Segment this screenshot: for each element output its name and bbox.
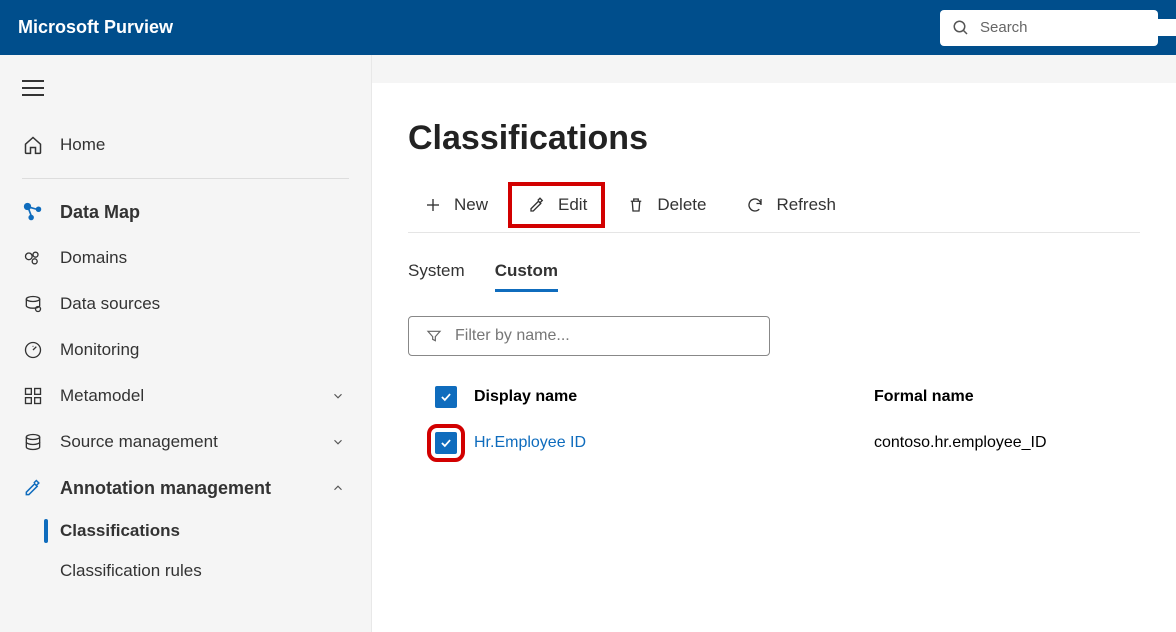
sidebar-item-label: Monitoring	[60, 340, 139, 360]
chevron-down-icon	[327, 385, 349, 407]
sidebar-group-label: Data Map	[60, 202, 140, 223]
sidebar-item-metamodel[interactable]: Metamodel	[0, 373, 371, 419]
menu-toggle[interactable]	[0, 73, 371, 122]
tab-custom[interactable]: Custom	[495, 253, 558, 292]
edit-icon	[526, 194, 548, 216]
sidebar-item-monitoring[interactable]: Monitoring	[0, 327, 371, 373]
divider	[22, 178, 349, 179]
sidebar-item-label: Domains	[60, 248, 127, 268]
sidebar: Home Data Map Domains Data sources Monit…	[0, 55, 372, 632]
page-title: Classifications	[408, 119, 1140, 158]
sidebar-sub-classification-rules[interactable]: Classification rules	[48, 551, 371, 591]
delete-button[interactable]: Delete	[611, 186, 720, 224]
delete-icon	[625, 194, 647, 216]
column-header-formal-name[interactable]: Formal name	[874, 388, 1130, 406]
data-sources-icon	[22, 293, 44, 315]
classifications-table: Display name Formal name Hr.Employee ID …	[408, 374, 1140, 466]
home-icon	[22, 134, 44, 156]
sidebar-item-domains[interactable]: Domains	[0, 235, 371, 281]
sidebar-item-annotation-management[interactable]: Annotation management	[0, 465, 371, 511]
button-label: Refresh	[776, 195, 836, 215]
search-input[interactable]	[980, 19, 1176, 36]
toolbar: New Edit Delete Refresh	[408, 186, 1140, 233]
refresh-icon	[744, 194, 766, 216]
sidebar-item-data-sources[interactable]: Data sources	[0, 281, 371, 327]
table-header-row: Display name Formal name	[408, 374, 1140, 420]
monitoring-icon	[22, 339, 44, 361]
chevron-down-icon	[327, 431, 349, 453]
sidebar-item-label: Metamodel	[60, 386, 144, 406]
sub-item-label: Classifications	[60, 521, 180, 540]
select-all-checkbox[interactable]	[435, 386, 457, 408]
sidebar-item-label: Data sources	[60, 294, 160, 314]
app-header: Microsoft Purview	[0, 0, 1176, 55]
sidebar-item-label: Source management	[60, 432, 218, 452]
tab-system[interactable]: System	[408, 253, 465, 292]
row-formal-name: contoso.hr.employee_ID	[874, 434, 1130, 452]
domains-icon	[22, 247, 44, 269]
row-display-name[interactable]: Hr.Employee ID	[474, 434, 874, 452]
plus-icon	[422, 194, 444, 216]
sidebar-item-source-management[interactable]: Source management	[0, 419, 371, 465]
column-header-display-name[interactable]: Display name	[474, 388, 874, 406]
table-row: Hr.Employee ID contoso.hr.employee_ID	[408, 420, 1140, 466]
refresh-button[interactable]: Refresh	[730, 186, 850, 224]
button-label: New	[454, 195, 488, 215]
search-icon	[952, 17, 970, 39]
filter-box[interactable]	[408, 316, 770, 356]
sub-item-label: Classification rules	[60, 561, 202, 580]
metamodel-icon	[22, 385, 44, 407]
annotation-icon	[22, 477, 44, 499]
main-content: Classifications New Edit Delete Refresh …	[372, 83, 1176, 632]
filter-icon	[423, 325, 445, 347]
app-title: Microsoft Purview	[18, 17, 173, 38]
sidebar-item-label: Annotation management	[60, 478, 271, 499]
edit-button[interactable]: Edit	[512, 186, 601, 224]
chevron-up-icon	[327, 477, 349, 499]
sidebar-group-data-map[interactable]: Data Map	[0, 189, 371, 235]
sidebar-sub-classifications[interactable]: Classifications	[48, 511, 371, 551]
sidebar-item-home[interactable]: Home	[0, 122, 371, 168]
source-management-icon	[22, 431, 44, 453]
search-box[interactable]	[940, 10, 1158, 46]
tabs: System Custom	[408, 253, 1140, 292]
new-button[interactable]: New	[408, 186, 502, 224]
button-label: Edit	[558, 195, 587, 215]
filter-input[interactable]	[455, 327, 755, 345]
data-map-icon	[22, 201, 44, 223]
row-checkbox[interactable]	[435, 432, 457, 454]
sidebar-item-label: Home	[60, 135, 105, 155]
button-label: Delete	[657, 195, 706, 215]
